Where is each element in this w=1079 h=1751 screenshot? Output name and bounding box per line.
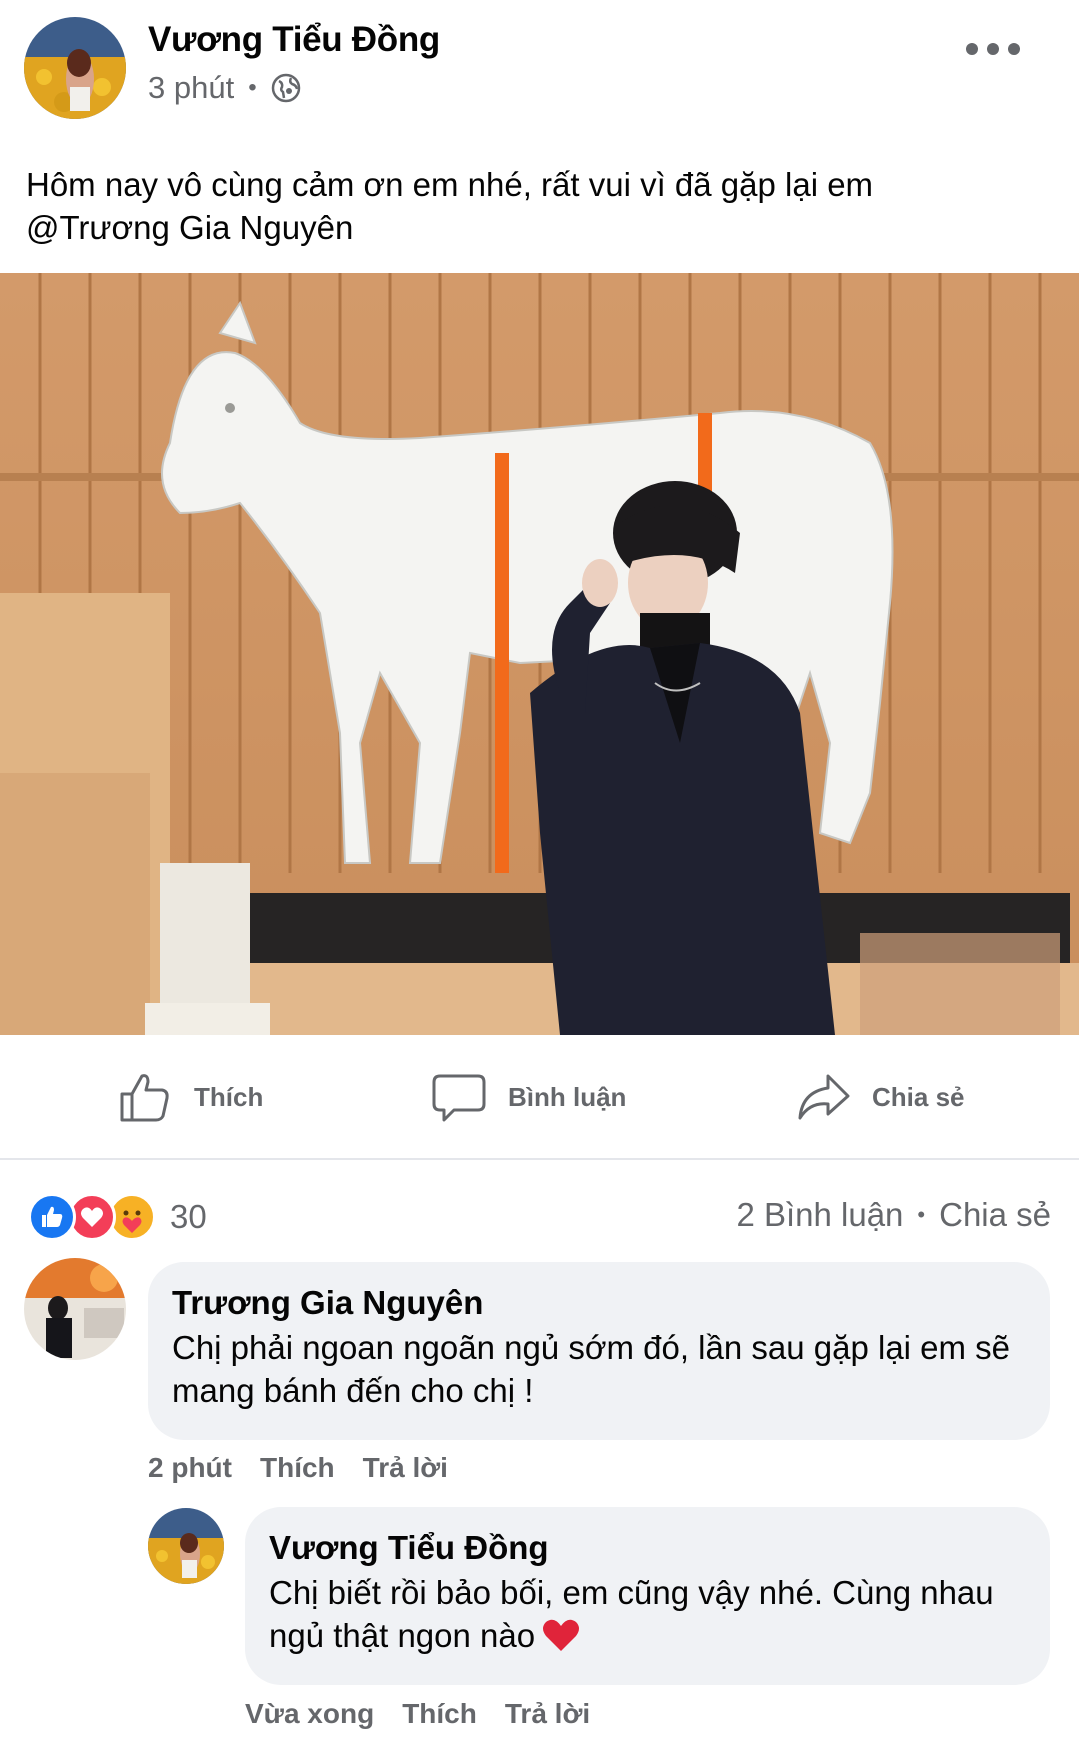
reply-reply-button[interactable]: Trả lời: [505, 1698, 590, 1730]
stats-right: 2 Bình luận • Chia sẻ: [736, 1196, 1051, 1234]
like-reaction-icon: [28, 1193, 76, 1241]
thumbs-up-icon: [120, 1074, 169, 1122]
heart-icon: [541, 1617, 581, 1653]
comment-count[interactable]: 2 Bình luận: [736, 1196, 903, 1234]
post-photo[interactable]: [0, 273, 1079, 1035]
post-text: Hôm nay vô cùng cảm ơn em nhé, rất vui v…: [26, 163, 1046, 249]
post-stats: 30 2 Bình luận • Chia sẻ: [0, 1190, 1079, 1244]
comment-like-button[interactable]: Thích: [260, 1452, 335, 1484]
reply-bubble: Vương Tiểu Đồng Chị biết rồi bảo bối, em…: [245, 1507, 1050, 1685]
reply-time[interactable]: Vừa xong: [245, 1698, 374, 1730]
share-count[interactable]: Chia sẻ: [939, 1196, 1051, 1234]
share-button[interactable]: Chia sẻ: [796, 1067, 965, 1127]
reply-text-line-2: ngủ thật ngon nào: [269, 1614, 1039, 1657]
reply-avatar[interactable]: [148, 1508, 224, 1584]
author-avatar[interactable]: [24, 17, 126, 119]
reply-text-line: ngủ thật ngon nào: [269, 1617, 536, 1654]
comment-bubble-icon: [432, 1074, 486, 1122]
comment-bubble: Trương Gia Nguyên Chị phải ngoan ngoãn n…: [148, 1262, 1050, 1440]
comment-button[interactable]: Bình luận: [432, 1067, 626, 1127]
reply-text-line: Chị biết rồi bảo bối, em cũng vậy nhé. C…: [269, 1574, 994, 1611]
comment-reply-button[interactable]: Trả lời: [363, 1452, 448, 1484]
comment-text-line: mang bánh đến cho chị !: [172, 1372, 534, 1409]
comment-author[interactable]: Trương Gia Nguyên: [172, 1284, 483, 1322]
reaction-count: 30: [170, 1198, 207, 1235]
more-icon[interactable]: [966, 38, 1020, 60]
share-arrow-icon: [798, 1074, 850, 1120]
like-button[interactable]: Thích: [118, 1067, 263, 1127]
comment-time[interactable]: 2 phút: [148, 1452, 232, 1484]
comment-text-line: Chị phải ngoan ngoãn ngủ sớm đó, lần sau…: [172, 1329, 1011, 1366]
share-label: Chia sẻ: [872, 1081, 965, 1112]
post-actions: Thích Bình luận Chia sẻ: [0, 1035, 1079, 1160]
post-text-line: Hôm nay vô cùng cảm ơn em nhé, rất vui v…: [26, 166, 874, 203]
post-mention[interactable]: @Trương Gia Nguyên: [26, 206, 1046, 249]
stats-separator: •: [917, 1202, 926, 1227]
reply-actions: Vừa xong Thích Trả lời: [245, 1698, 618, 1730]
comment-actions: 2 phút Thích Trả lời: [148, 1452, 476, 1484]
reactions-summary[interactable]: 30: [28, 1192, 207, 1242]
reply-text: Chị biết rồi bảo bối, em cũng vậy nhé. C…: [269, 1571, 1039, 1657]
globe-icon[interactable]: [271, 73, 301, 103]
comment-label: Bình luận: [508, 1081, 627, 1112]
comment-text: Chị phải ngoan ngoãn ngủ sớm đó, lần sau…: [172, 1326, 1032, 1412]
author-name[interactable]: Vương Tiểu Đồng: [148, 20, 440, 60]
post-time[interactable]: 3 phút: [148, 70, 234, 106]
reply-like-button[interactable]: Thích: [402, 1698, 477, 1730]
meta-separator: •: [248, 74, 257, 101]
post-meta: 3 phút •: [148, 70, 301, 106]
commenter-avatar[interactable]: [24, 1258, 126, 1360]
post-header: Vương Tiểu Đồng 3 phút •: [0, 0, 1079, 130]
like-label: Thích: [194, 1081, 264, 1112]
reply-author[interactable]: Vương Tiểu Đồng: [269, 1529, 549, 1567]
